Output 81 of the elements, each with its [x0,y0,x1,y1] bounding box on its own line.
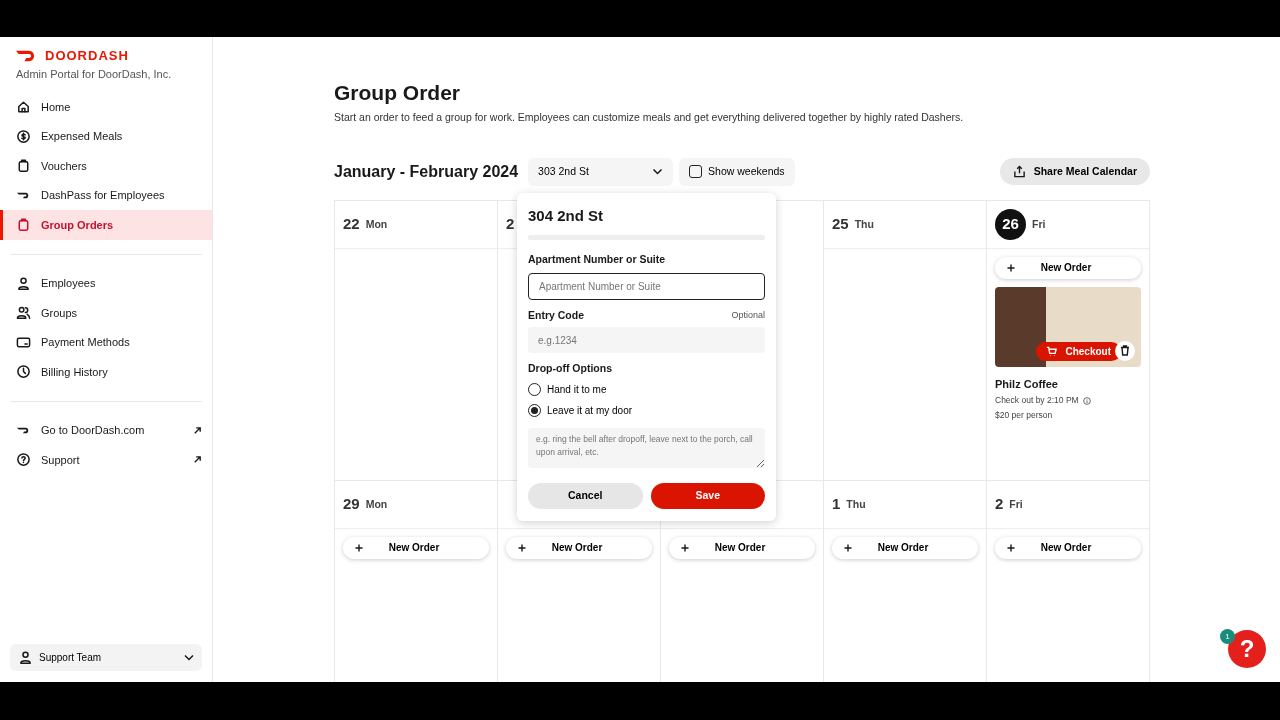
new-order-button[interactable]: New Order [669,536,815,559]
field-label: Entry Code [528,307,584,323]
day-number: 22 [343,214,360,235]
checkbox[interactable] [689,165,703,179]
share-calendar-button[interactable]: Share Meal Calendar [999,158,1150,186]
entry-code-input[interactable]: e.g.1234 [528,327,765,354]
account-selector[interactable]: Support Team [10,644,202,671]
new-order-button[interactable]: New Order [832,536,978,559]
new-order-button[interactable]: New Order [995,536,1141,559]
day-number: 29 [343,494,360,515]
doordash-logo-icon [16,49,37,62]
weekday-label: Thu [846,496,866,512]
apartment-input[interactable]: Apartment Number or Suite [528,272,765,300]
notification-badge: 1 [1220,629,1235,644]
portal-subtitle: Admin Portal for DoorDash, Inc. [16,66,173,82]
info-icon [1082,396,1091,405]
day-number: 2 [995,494,1004,515]
trash-icon [1120,345,1130,357]
cart-icon [1046,345,1058,357]
page-title: Group Order [334,80,461,106]
nav-item[interactable]: Go to DoorDash.com [0,415,212,445]
external-link-icon [193,425,202,435]
today-day-number: 26 [995,208,1026,240]
home-icon [16,99,31,115]
share-icon [1012,165,1026,179]
delete-button[interactable] [1115,340,1135,361]
nav-item[interactable]: Vouchers [0,151,212,181]
weekday-label: Fri [1009,496,1023,512]
radio-option[interactable]: Hand it to me [528,382,607,398]
bag-icon [16,217,31,233]
external-link-icon [193,455,202,465]
nav-item[interactable]: Payment Methods [0,327,212,357]
person-icon [16,275,31,291]
new-order-button[interactable]: New Order [343,536,489,559]
nav-item[interactable]: Group Orders [0,210,212,240]
chevron-down-icon [652,168,664,176]
new-order-button[interactable]: New Order [995,256,1141,279]
location-dropdown[interactable]: 303 2nd St [528,157,674,186]
weekday-label: Fri [1032,216,1046,232]
people-icon [16,305,31,321]
weekday-label: Thu [854,216,874,232]
radio-option[interactable]: Leave it at my door [528,403,633,419]
help-icon [16,452,31,468]
nav-item[interactable]: Expensed Meals [0,121,212,151]
plus-icon [681,543,689,552]
restaurant-name: Philz Coffee [995,376,1059,392]
price-per-person: $20 per person [995,409,1054,422]
checkout-deadline: Check out by 2:10 PM [995,394,1079,408]
plus-icon [518,543,526,552]
chevron-down-icon [184,654,194,661]
popover-title: 304 2nd St [528,206,605,225]
account-icon [18,650,33,665]
weekday-label: Mon [365,496,388,512]
plus-icon [1007,263,1015,272]
cancel-button[interactable]: Cancel [528,483,643,510]
weekday-label: Mon [365,216,388,232]
nav-item[interactable]: DashPass for Employees [0,180,212,210]
nav-item[interactable]: Groups [0,298,212,328]
date-range-title: January - February 2024 [334,161,519,182]
nav-item[interactable]: Billing History [0,357,212,387]
dollar-icon [16,128,31,144]
page-description: Start an order to feed a group for work. Employees can customize meals and get everything delivered together by highly rated Dashers. [334,110,965,126]
field-label: Drop-off Options [528,361,613,377]
bag-icon [16,158,31,174]
show-weekends-toggle[interactable]: Show weekends [679,157,795,186]
optional-hint: Optional [731,308,765,322]
plus-icon [844,543,852,552]
day-number: 25 [832,214,849,235]
nav-item[interactable]: Support [0,445,212,475]
plus-icon [1007,543,1015,552]
nav-item[interactable]: Employees [0,268,212,298]
plus-icon [355,543,363,552]
field-label: Apartment Number or Suite [528,251,667,267]
nav-item[interactable]: Home [0,92,212,122]
instructions-input[interactable]: e.g. ring the bell after dropoff, leave next to the porch, call upon arrival, etc. [528,428,765,469]
clock-icon [16,364,31,380]
brand-name: DOORDASH [45,47,129,65]
save-button[interactable]: Save [650,483,765,510]
day-number: 1 [832,494,841,515]
new-order-button[interactable]: New Order [506,536,652,559]
day-number: 2 [506,214,515,235]
